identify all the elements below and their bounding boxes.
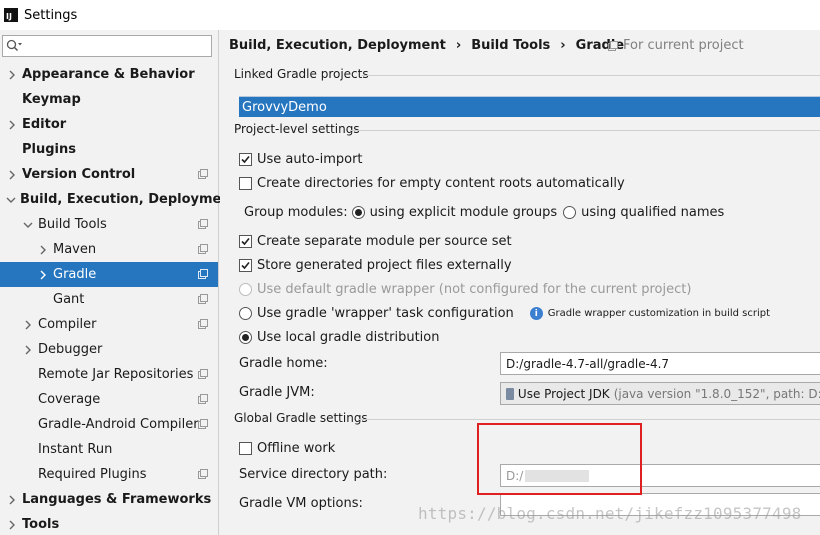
- search-input[interactable]: [24, 39, 204, 53]
- chevron-right-icon[interactable]: [22, 319, 34, 331]
- breadcrumb-separator: ›: [560, 38, 566, 53]
- project-level-title: Project-level settings: [234, 122, 360, 136]
- breadcrumb-separator: ›: [455, 38, 462, 53]
- default-wrapper-option: Use default gradle wrapper (not configur…: [239, 282, 691, 297]
- sidebar-item-editor[interactable]: Editor: [0, 112, 218, 137]
- gradle-home-label: Gradle home:: [239, 356, 328, 371]
- chevron-right-icon[interactable]: [6, 119, 18, 131]
- separate-module-checkbox[interactable]: [239, 235, 252, 248]
- sidebar-item-gant[interactable]: Gant: [0, 287, 218, 312]
- store-external-checkbox[interactable]: [239, 259, 252, 272]
- project-scope-icon: [198, 419, 208, 429]
- gradle-settings-panel: Build, Execution, Deployment › Build Too…: [220, 30, 820, 535]
- project-scope-icon: [198, 369, 208, 379]
- default-wrapper-radio: [239, 283, 252, 296]
- wrapper-hint-link[interactable]: Gradle wrapper customization in build sc…: [548, 308, 770, 319]
- vm-options-label: Gradle VM options:: [239, 496, 363, 511]
- sidebar-item-keymap[interactable]: Keymap: [0, 87, 218, 112]
- chevron-right-icon[interactable]: [6, 494, 18, 506]
- explicit-groups-radio[interactable]: [351, 206, 365, 219]
- chevron-right-icon[interactable]: [37, 269, 49, 281]
- project-scope-icon: [198, 469, 208, 479]
- sidebar-item-plugins[interactable]: Plugins: [0, 137, 218, 162]
- sidebar-item-tools[interactable]: Tools: [0, 512, 218, 535]
- local-distribution-option[interactable]: Use local gradle distribution: [239, 330, 439, 345]
- window-title: Settings: [24, 7, 78, 23]
- sidebar-item-build-tools[interactable]: Build Tools: [0, 212, 218, 237]
- qualified-names-radio[interactable]: [563, 206, 577, 219]
- chevron-right-icon[interactable]: [6, 169, 18, 181]
- project-scope-icon: [198, 269, 208, 279]
- settings-sidebar: Appearance & Behavior Keymap Editor Plug…: [0, 30, 237, 535]
- gradle-jvm-select[interactable]: Use Project JDK (java version "1.8.0_152…: [500, 382, 820, 405]
- app-logo-icon: IJ: [4, 8, 18, 22]
- linked-projects-title: Linked Gradle projects: [234, 67, 369, 81]
- section-divider: [362, 75, 820, 76]
- chevron-right-icon[interactable]: [37, 244, 49, 256]
- breadcrumb-build-tools: Build Tools: [471, 38, 551, 53]
- info-icon: i: [529, 307, 543, 320]
- sidebar-item-appearance[interactable]: Appearance & Behavior: [0, 62, 218, 87]
- sidebar-item-debugger[interactable]: Debugger: [0, 337, 218, 362]
- gradle-home-input[interactable]: D:/gradle-4.7-all/gradle-4.7: [500, 352, 820, 375]
- project-scope-icon: [198, 169, 208, 179]
- sidebar-item-languages[interactable]: Languages & Frameworks: [0, 487, 218, 512]
- section-divider: [358, 419, 820, 420]
- project-scope-icon: [198, 294, 208, 304]
- chevron-down-icon[interactable]: [6, 194, 16, 206]
- settings-tree: Appearance & Behavior Keymap Editor Plug…: [0, 62, 237, 535]
- create-dirs-checkbox[interactable]: [239, 177, 252, 190]
- jdk-folder-icon: [506, 387, 514, 400]
- sidebar-item-version-control[interactable]: Version Control: [0, 162, 218, 187]
- auto-import-option[interactable]: Use auto-import: [239, 152, 363, 167]
- chevron-down-icon[interactable]: [22, 219, 34, 231]
- project-scope-icon: [198, 244, 208, 254]
- project-scope-icon: [198, 319, 208, 329]
- settings-search[interactable]: [2, 35, 212, 57]
- for-current-project-note: For current project: [608, 38, 744, 53]
- chevron-right-icon[interactable]: [22, 344, 34, 356]
- group-modules-row: Group modules: using explicit module gro…: [244, 205, 725, 220]
- chevron-right-icon[interactable]: [6, 519, 18, 531]
- create-dirs-option[interactable]: Create directories for empty content roo…: [239, 176, 625, 191]
- project-scope-icon: [198, 219, 208, 229]
- offline-work-checkbox[interactable]: [239, 442, 252, 455]
- sidebar-item-required-plugins[interactable]: Required Plugins: [0, 462, 218, 487]
- title-bar: IJ Settings: [0, 0, 820, 30]
- qualified-names-label[interactable]: using qualified names: [581, 205, 724, 220]
- wrapper-task-radio[interactable]: [239, 307, 252, 320]
- search-icon: [6, 39, 22, 52]
- sidebar-item-compiler[interactable]: Compiler: [0, 312, 218, 337]
- watermark: https://blog.csdn.net/jikefzz1095377498: [418, 504, 802, 523]
- sidebar-item-instant-run[interactable]: Instant Run: [0, 437, 218, 462]
- gradle-jvm-label: Gradle JVM:: [239, 385, 315, 400]
- local-distribution-radio[interactable]: [239, 331, 252, 344]
- sidebar-item-maven[interactable]: Maven: [0, 237, 218, 262]
- offline-work-option[interactable]: Offline work: [239, 441, 335, 456]
- store-external-option[interactable]: Store generated project files externally: [239, 258, 512, 273]
- project-scope-icon: [608, 40, 618, 51]
- redacted-path: [525, 469, 590, 482]
- global-settings-title: Global Gradle settings: [234, 411, 368, 425]
- sidebar-item-gradle[interactable]: Gradle: [0, 262, 218, 287]
- section-divider: [350, 130, 820, 131]
- chevron-right-icon[interactable]: [6, 69, 18, 81]
- breadcrumb-build-execution: Build, Execution, Deployment: [229, 38, 446, 53]
- explicit-groups-label[interactable]: using explicit module groups: [370, 205, 558, 220]
- service-dir-label: Service directory path:: [239, 467, 388, 482]
- sidebar-item-gradle-android-compiler[interactable]: Gradle-Android Compiler: [0, 412, 218, 437]
- sidebar-item-coverage[interactable]: Coverage: [0, 387, 218, 412]
- sidebar-item-build-execution[interactable]: Build, Execution, Deployment: [0, 187, 237, 212]
- wrapper-task-option[interactable]: Use gradle 'wrapper' task configuration …: [239, 306, 770, 321]
- sidebar-item-remote-jar[interactable]: Remote Jar Repositories: [0, 362, 218, 387]
- project-scope-icon: [198, 394, 208, 404]
- auto-import-checkbox[interactable]: [239, 153, 252, 166]
- linked-project-item[interactable]: GrovvyDemo: [239, 96, 820, 117]
- breadcrumb: Build, Execution, Deployment › Build Too…: [229, 38, 624, 53]
- service-dir-input[interactable]: D:/: [500, 464, 820, 487]
- separate-module-option[interactable]: Create separate module per source set: [239, 234, 512, 249]
